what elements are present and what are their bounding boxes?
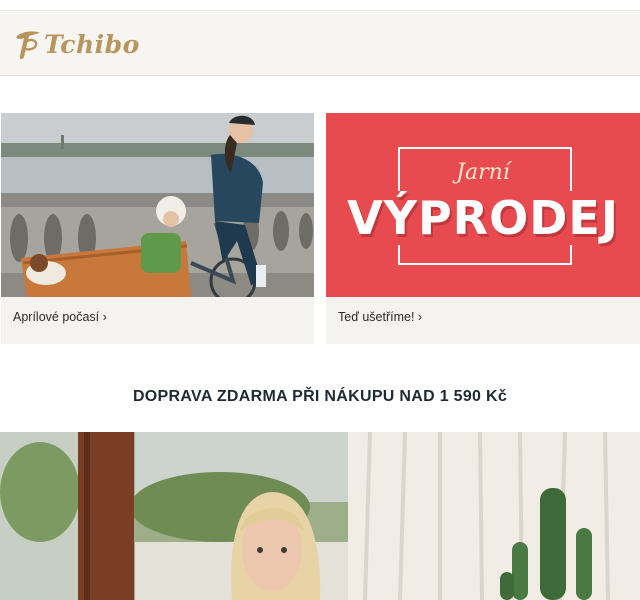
teaser-april-weather[interactable]: Aprílové počasí › (1, 113, 314, 344)
site-header: Tchibo (0, 10, 640, 76)
free-shipping-banner: DOPRAVA ZDARMA PŘI NÁKUPU NAD 1 590 Kč (132, 388, 508, 405)
top-strip (0, 0, 640, 10)
hero-woman-image[interactable] (0, 432, 640, 600)
teaser-link-spring-sale[interactable]: Teď ušetříme! › (338, 310, 422, 324)
tchibo-logo-mark-icon (16, 31, 40, 60)
family-cycling-image (1, 113, 314, 297)
logo-text: Tchibo (44, 29, 140, 59)
sale-script-text: Jarní (326, 160, 640, 185)
sale-title-text: VÝPRODEJ (326, 191, 640, 245)
tchibo-logo[interactable]: Tchibo (12, 27, 140, 61)
spring-sale-banner: Jarní VÝPRODEJ (326, 113, 640, 297)
teaser-link-april-weather[interactable]: Aprílové počasí › (13, 310, 107, 324)
teaser-spring-sale[interactable]: Jarní VÝPRODEJ Teď ušetříme! › (326, 113, 640, 344)
